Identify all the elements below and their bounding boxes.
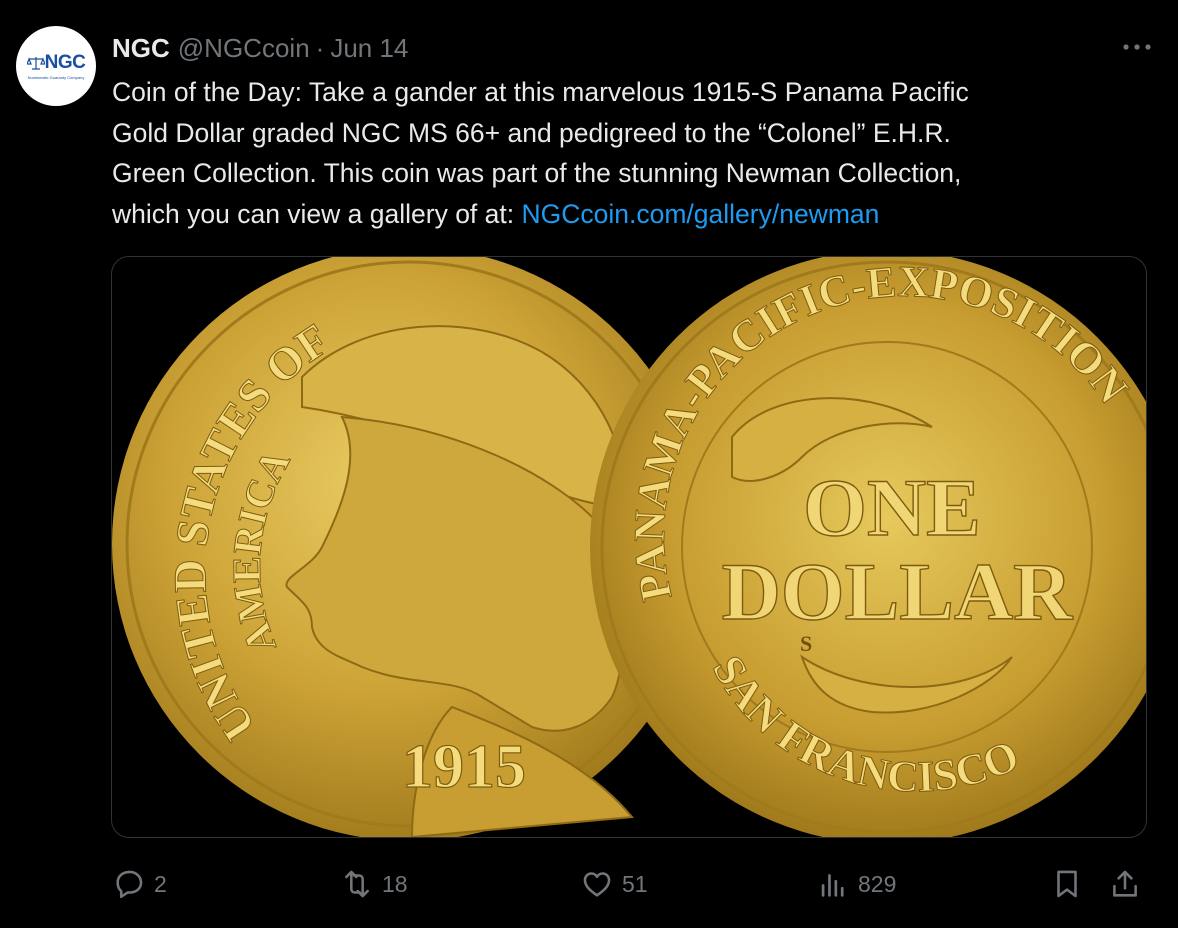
tweet-header: NGC @NGCcoin · Jun 14: [112, 30, 408, 66]
ngc-logo: NGC: [25, 52, 86, 74]
tweet-text-line: Gold Dollar graded NGC MS 66+ and pedigr…: [112, 117, 951, 148]
avatar-tagline: Numismatic Guaranty Company: [27, 75, 85, 80]
repost-count: 18: [382, 870, 408, 897]
heart-icon: [583, 872, 611, 897]
like-button[interactable]: 51: [580, 862, 648, 906]
share-icon: [1113, 870, 1137, 897]
author-handle[interactable]: @NGCcoin: [178, 33, 310, 64]
scales-icon: [25, 56, 46, 70]
tweet-text: Coin of the Day: Take a gander at this m…: [112, 72, 1132, 234]
avatar-logo-text: NGC: [44, 52, 86, 73]
reply-icon: [116, 870, 143, 899]
tweet-text-line: Green Collection. This coin was part of …: [112, 158, 962, 188]
repost-button[interactable]: 18: [340, 862, 408, 906]
like-count: 51: [622, 870, 648, 897]
action-bar: 2 18 51 829: [112, 862, 1146, 906]
share-button[interactable]: [1108, 862, 1150, 906]
obverse-date: 1915: [402, 733, 526, 801]
denomination-dollar: DOLLAR: [722, 546, 1074, 637]
coin-reverse: PANAMA-PACIFIC-EXPOSITION SAN FRANCISCO …: [590, 257, 1146, 837]
tweet-media[interactable]: UNITED STATES OF AMERICA 1915 PANAMA-PAC…: [111, 256, 1147, 838]
views-count: 829: [858, 870, 897, 897]
coin-image: UNITED STATES OF AMERICA 1915 PANAMA-PAC…: [112, 257, 1146, 837]
bookmark-icon: [1057, 870, 1077, 898]
bookmark-button[interactable]: [1050, 862, 1092, 906]
gallery-link[interactable]: NGCcoin.com/gallery/newman: [521, 199, 879, 229]
author-name[interactable]: NGC: [112, 33, 170, 64]
more-button[interactable]: [1120, 30, 1154, 64]
views-button[interactable]: 829: [816, 862, 896, 906]
views-icon: [821, 874, 844, 897]
avatar[interactable]: NGC Numismatic Guaranty Company: [16, 26, 96, 106]
more-icon: [1123, 44, 1151, 50]
denomination-one: ONE: [803, 462, 981, 553]
repost-icon: [345, 870, 369, 898]
tweet-text-line: which you can view a gallery of at: NGCc…: [112, 194, 1132, 235]
tweet-text-line: Coin of the Day: Take a gander at this m…: [112, 77, 969, 107]
tweet-date[interactable]: Jun 14: [330, 33, 408, 64]
separator-dot: ·: [315, 32, 325, 63]
mintmark: S: [800, 631, 812, 656]
tweet-text-line-prefix: which you can view a gallery of at:: [112, 198, 522, 229]
reply-count: 2: [154, 870, 167, 897]
reply-button[interactable]: 2: [112, 862, 167, 906]
